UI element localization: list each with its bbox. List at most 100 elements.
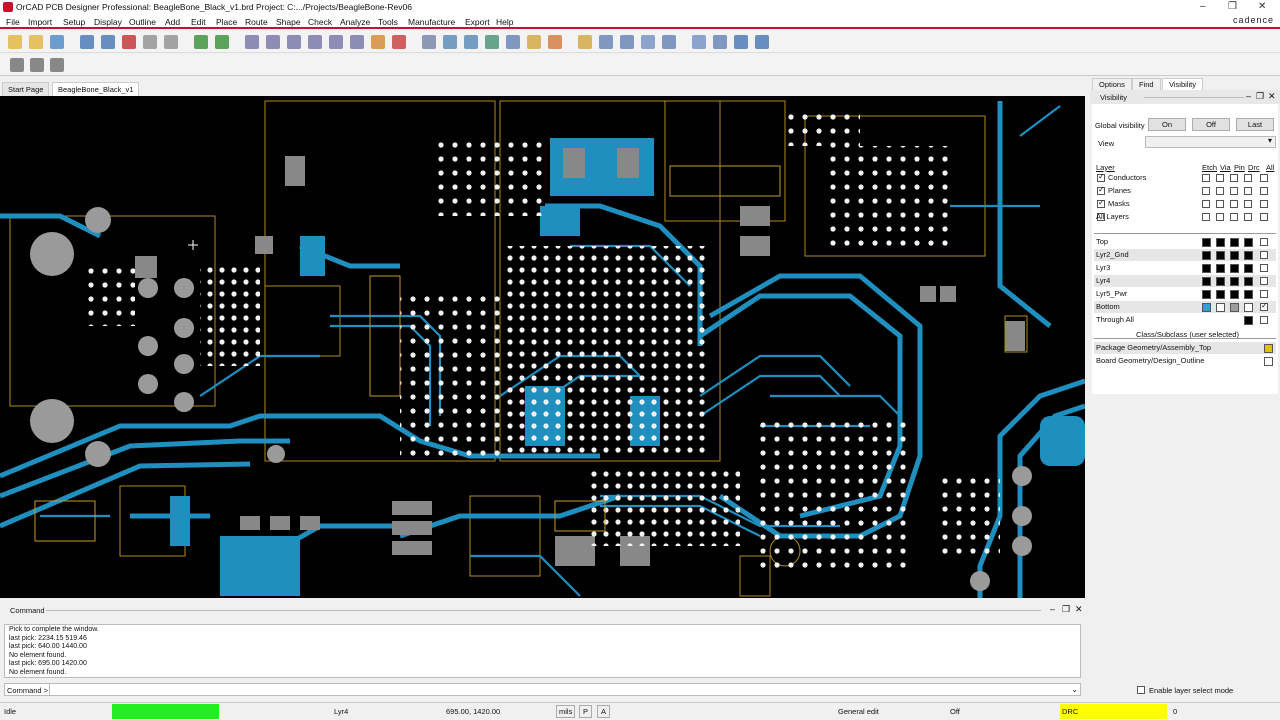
on-button[interactable]: On (1148, 118, 1186, 131)
visibility-checkbox[interactable] (1202, 213, 1210, 221)
layer-all-checkbox[interactable] (1260, 238, 1268, 246)
menu-display[interactable]: Display (94, 17, 122, 27)
move-icon[interactable] (80, 35, 94, 49)
close-icon[interactable]: ✕ (1258, 1, 1266, 12)
layer-color-swatch[interactable] (1216, 238, 1225, 247)
visibility-checkbox[interactable] (1202, 200, 1210, 208)
undo-icon[interactable] (143, 35, 157, 49)
highlight-icon[interactable] (527, 35, 541, 49)
layer-all-checkbox[interactable] (1260, 316, 1268, 324)
off-button[interactable]: Off (1192, 118, 1230, 131)
visibility-checkbox[interactable] (1216, 187, 1224, 195)
layer-all-checkbox[interactable] (1260, 290, 1268, 298)
chevron-down-icon[interactable]: ⌄ (1071, 685, 1078, 694)
menu-analyze[interactable]: Analyze (340, 17, 370, 27)
pcb-canvas[interactable] (0, 96, 1085, 598)
layer-group-checkbox[interactable] (1097, 198, 1105, 208)
zoom-fit-icon[interactable] (245, 35, 259, 49)
visibility-checkbox[interactable] (1260, 174, 1268, 182)
visibility-checkbox[interactable] (1202, 174, 1210, 182)
close-icon[interactable]: ✕ (1268, 91, 1276, 102)
layer-color-swatch[interactable] (1216, 251, 1225, 260)
subclass-color-swatch[interactable] (1264, 344, 1273, 353)
layer-group-checkbox[interactable] (1097, 185, 1105, 195)
slide-icon[interactable] (215, 35, 229, 49)
layer-all-checkbox[interactable] (1260, 264, 1268, 272)
tools-icon[interactable] (713, 35, 727, 49)
layer-color-swatch[interactable] (1230, 264, 1239, 273)
menu-import[interactable]: Import (28, 17, 52, 27)
command-log[interactable]: Pick to complete the window. last pick: 2… (4, 624, 1081, 678)
spread-icon[interactable] (50, 58, 64, 72)
minimize-icon[interactable]: – (1050, 604, 1055, 614)
visibility-checkbox[interactable] (1230, 174, 1238, 182)
restore-icon[interactable]: ❐ (1256, 91, 1264, 102)
menu-file[interactable]: File (6, 17, 20, 27)
show-element-icon[interactable] (641, 35, 655, 49)
3d-icon[interactable] (392, 35, 406, 49)
menu-place[interactable]: Place (216, 17, 237, 27)
layer-color-swatch[interactable] (1216, 277, 1225, 286)
layer-color-swatch[interactable] (1202, 290, 1211, 299)
layer-color-swatch[interactable] (1202, 264, 1211, 273)
menu-setup[interactable]: Setup (63, 17, 85, 27)
window2-icon[interactable] (755, 35, 769, 49)
drc-indicator[interactable]: DRC (1060, 704, 1167, 719)
layer-color-swatch[interactable] (1244, 303, 1253, 312)
layers-icon[interactable] (485, 35, 499, 49)
restore-icon[interactable]: ❐ (1062, 604, 1070, 615)
tab-start-page[interactable]: Start Page (2, 82, 50, 96)
delete-icon[interactable] (122, 35, 136, 49)
a-button[interactable]: A (597, 705, 611, 718)
layer-all-checkbox[interactable] (1260, 301, 1268, 311)
menu-edit[interactable]: Edit (191, 17, 206, 27)
visibility-checkbox[interactable] (1230, 187, 1238, 195)
copy-icon[interactable] (101, 35, 115, 49)
visibility-checkbox[interactable] (1230, 213, 1238, 221)
new-icon[interactable] (8, 35, 22, 49)
visibility-checkbox[interactable] (1244, 200, 1252, 208)
open-icon[interactable] (29, 35, 43, 49)
enable-layer-checkbox[interactable] (1137, 686, 1145, 694)
visibility-checkbox[interactable] (1260, 187, 1268, 195)
zoom-points-icon[interactable] (350, 35, 364, 49)
restore-icon[interactable]: ❐ (1228, 1, 1237, 12)
zoom-world-icon[interactable] (308, 35, 322, 49)
add-connect-icon[interactable] (194, 35, 208, 49)
visibility-checkbox[interactable] (1260, 200, 1268, 208)
redo-icon[interactable] (164, 35, 178, 49)
layer-group-checkbox[interactable] (1097, 172, 1105, 182)
menu-manufacture[interactable]: Manufacture (408, 17, 455, 27)
color-icon[interactable] (443, 35, 457, 49)
layer-color-swatch[interactable] (1230, 290, 1239, 299)
layer-color-swatch[interactable] (1230, 303, 1239, 312)
visibility-checkbox[interactable] (1202, 187, 1210, 195)
menu-outline[interactable]: Outline (129, 17, 156, 27)
command-input[interactable]: Command > ⌄ (4, 683, 1081, 696)
layer-color-swatch[interactable] (1244, 264, 1253, 273)
tab-beaglebone[interactable]: BeagleBone_Black_v1 (52, 82, 140, 96)
visibility-checkbox[interactable] (1244, 187, 1252, 195)
layer-color-swatch[interactable] (1202, 277, 1211, 286)
menu-route[interactable]: Route (245, 17, 268, 27)
p-button[interactable]: P (579, 705, 593, 718)
shadow-icon[interactable] (464, 35, 478, 49)
layer-color-swatch[interactable] (1202, 251, 1211, 260)
layer-color-swatch[interactable] (1216, 290, 1225, 299)
menu-tools[interactable]: Tools (378, 17, 398, 27)
layer-color-swatch[interactable] (1244, 238, 1253, 247)
visibility-checkbox[interactable] (1216, 200, 1224, 208)
probe-icon[interactable] (578, 35, 592, 49)
dehighlight-icon[interactable] (548, 35, 562, 49)
subclass-color-swatch[interactable] (1264, 357, 1273, 366)
menu-add[interactable]: Add (165, 17, 180, 27)
visibility-checkbox[interactable] (1260, 213, 1268, 221)
layer-all-checkbox[interactable] (1260, 251, 1268, 259)
layer-color-swatch[interactable] (1202, 238, 1211, 247)
layer-color-swatch[interactable] (1230, 251, 1239, 260)
etch-icon[interactable] (30, 58, 44, 72)
layer-color-swatch[interactable] (1202, 303, 1211, 312)
zoom-prev-icon[interactable] (329, 35, 343, 49)
menu-help[interactable]: Help (496, 17, 513, 27)
assign-color-icon[interactable] (506, 35, 520, 49)
